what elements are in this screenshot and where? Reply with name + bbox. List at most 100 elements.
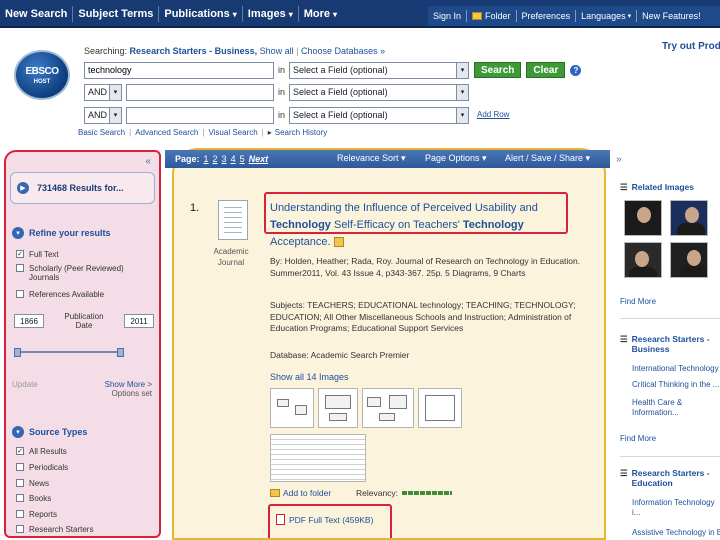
page-options-menu[interactable]: Page Options ▾: [425, 153, 487, 164]
related-image-thumbnail[interactable]: [624, 242, 662, 278]
arrow-right-icon: ▸: [267, 128, 272, 137]
source-reports[interactable]: Reports: [16, 510, 57, 519]
image-thumbnail[interactable]: [318, 388, 358, 428]
filter-full-text[interactable]: ✓ Full Text: [16, 250, 59, 259]
find-more-business-link[interactable]: Find More: [620, 434, 656, 443]
nav-subject-terms[interactable]: Subject Terms: [73, 0, 158, 28]
ebsco-host-logo[interactable]: EBSCO HOST: [14, 50, 70, 100]
related-link[interactable]: Information Technology i...: [632, 498, 718, 518]
checkbox[interactable]: [16, 494, 24, 502]
related-link[interactable]: International Technology: [632, 364, 719, 374]
visual-search-link[interactable]: Visual Search: [208, 128, 257, 137]
nav-more[interactable]: More ▾: [299, 0, 342, 28]
nav-publications[interactable]: Publications ▾: [159, 0, 241, 28]
pdf-full-text-link[interactable]: PDF Full Text (459KB): [276, 514, 373, 525]
find-more-images-link[interactable]: Find More: [620, 297, 656, 306]
preferences-link[interactable]: Preferences: [517, 11, 576, 21]
image-thumbnail-table[interactable]: [270, 434, 366, 482]
search-button[interactable]: Search: [474, 62, 522, 78]
filter-references[interactable]: References Available: [16, 290, 104, 299]
boolean-select-1[interactable]: AND ▾: [84, 83, 122, 101]
page-link-4[interactable]: 4: [231, 154, 236, 164]
image-thumbnail[interactable]: [418, 388, 462, 428]
help-icon[interactable]: ?: [570, 64, 582, 76]
field-select-2[interactable]: Select a Field (optional) ▾: [289, 83, 470, 101]
nav-new-search[interactable]: New Search: [0, 0, 72, 28]
show-all-link[interactable]: Show all: [260, 46, 294, 56]
checkbox[interactable]: [16, 290, 24, 298]
source-news[interactable]: News: [16, 479, 49, 488]
collapse-left-icon[interactable]: «: [145, 156, 151, 167]
nav-publications-label: Publications: [164, 8, 230, 20]
image-thumbnail[interactable]: [270, 388, 314, 428]
date-to-input[interactable]: 2011: [124, 314, 154, 328]
field-select-1[interactable]: Select a Field (optional) ▾: [289, 61, 470, 79]
page-link-2[interactable]: 2: [213, 154, 218, 164]
image-thumbnail[interactable]: [362, 388, 414, 428]
try-out-link[interactable]: Try out Prod: [662, 41, 720, 52]
slider-handle-start[interactable]: [14, 348, 21, 357]
date-from-input[interactable]: 1866: [14, 314, 44, 328]
slider-handle-end[interactable]: [117, 348, 124, 357]
add-to-folder-link[interactable]: Add to folder: [270, 488, 331, 498]
boolean-select-2[interactable]: AND ▾: [84, 106, 122, 124]
show-more-block[interactable]: Show More > Options set: [105, 380, 152, 398]
page-link-3[interactable]: 3: [222, 154, 227, 164]
academic-journal-icon[interactable]: [218, 200, 248, 240]
source-types-heading[interactable]: ▾ Source Types: [12, 426, 87, 438]
preview-icon[interactable]: [333, 237, 344, 248]
slider-track: [18, 351, 120, 353]
related-image-thumbnail[interactable]: [624, 200, 662, 236]
clear-button[interactable]: Clear: [526, 62, 566, 78]
search-input-3[interactable]: [126, 106, 274, 124]
sign-in-link[interactable]: Sign In: [428, 11, 466, 21]
separator: |: [296, 46, 299, 56]
folder-link[interactable]: Folder: [467, 11, 516, 21]
in-label: in: [278, 87, 286, 97]
next-page-link[interactable]: Next: [249, 154, 269, 164]
alert-save-share-menu[interactable]: Alert / Save / Share ▾: [505, 153, 590, 164]
result-title-link[interactable]: Understanding the Influence of Perceived…: [270, 200, 570, 251]
nav-images[interactable]: Images ▾: [243, 0, 298, 28]
folder-icon: [472, 12, 483, 20]
search-input-2[interactable]: [126, 83, 274, 101]
checkbox[interactable]: [16, 479, 24, 487]
expand-right-icon[interactable]: »: [616, 154, 622, 165]
date-slider[interactable]: [14, 348, 124, 357]
page-link-1[interactable]: 1: [204, 154, 209, 164]
related-link[interactable]: Critical Thinking in the ...: [632, 380, 719, 390]
refine-heading[interactable]: ▾ Refine your results: [12, 227, 111, 239]
source-periodicals[interactable]: Periodicals: [16, 463, 68, 472]
source-all-results[interactable]: ✓ All Results: [16, 447, 67, 456]
new-features-link[interactable]: New Features!: [637, 11, 706, 21]
source-research-starters[interactable]: Research Starters: [16, 525, 93, 534]
related-image-thumbnail[interactable]: [670, 242, 708, 278]
choose-databases-link[interactable]: Choose Databases »: [301, 46, 385, 56]
results-count-box[interactable]: ▶ 731468 Results for...: [10, 172, 155, 204]
source-label: Research Starters: [29, 525, 94, 534]
related-link[interactable]: Assistive Technology in E: [632, 528, 720, 538]
checkbox[interactable]: [16, 525, 24, 533]
add-row-link[interactable]: Add Row: [477, 110, 509, 119]
source-types-title: Source Types: [29, 427, 88, 437]
filter-scholarly[interactable]: Scholarly (Peer Reviewed) Journals: [16, 264, 126, 282]
show-all-images-link[interactable]: Show all 14 Images: [270, 372, 349, 382]
related-image-thumbnail[interactable]: [670, 200, 708, 236]
checkbox-checked[interactable]: ✓: [16, 447, 24, 455]
checkbox[interactable]: [16, 463, 24, 471]
checkbox[interactable]: [16, 510, 24, 518]
basic-search-link[interactable]: Basic Search: [78, 128, 125, 137]
checkbox[interactable]: [16, 264, 24, 272]
languages-menu[interactable]: Languages ▾: [576, 11, 636, 21]
search-input-1[interactable]: [84, 61, 274, 79]
chevron-down-icon: ▾: [109, 107, 121, 123]
field-select-3[interactable]: Select a Field (optional) ▾: [289, 106, 470, 124]
checkbox-checked[interactable]: ✓: [16, 250, 24, 258]
advanced-search-link[interactable]: Advanced Search: [135, 128, 198, 137]
page-link-5[interactable]: 5: [240, 154, 245, 164]
source-books[interactable]: Books: [16, 494, 51, 503]
search-history-link[interactable]: Search History: [275, 128, 327, 137]
related-link[interactable]: Health Care & Information...: [632, 398, 706, 418]
relevance-sort-menu[interactable]: Relevance Sort ▾: [337, 153, 406, 164]
update-button[interactable]: Update: [12, 380, 38, 398]
